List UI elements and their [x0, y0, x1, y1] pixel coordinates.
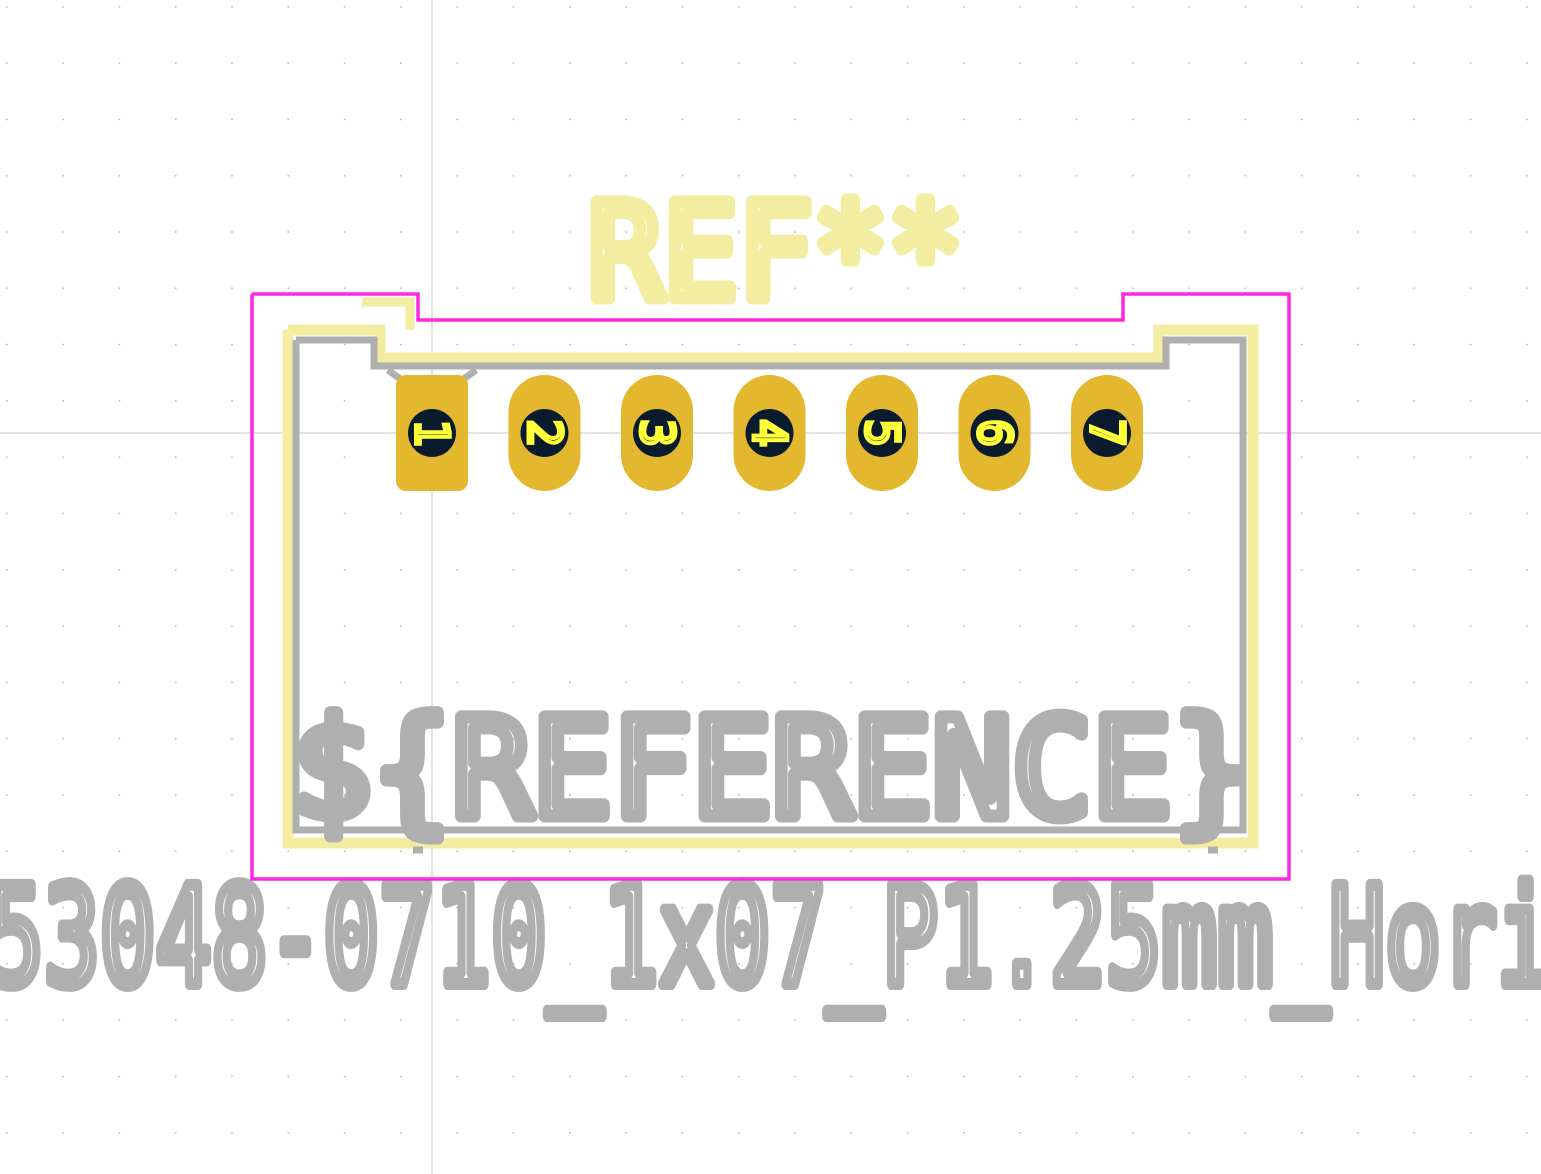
pad-3[interactable]: 3: [621, 375, 693, 491]
pad-number: 3: [630, 419, 684, 447]
pad-1[interactable]: 1: [396, 375, 468, 491]
reference-label: REF**: [588, 176, 963, 330]
reference-field-label: ${REFERENCE}: [292, 691, 1252, 849]
pad-7[interactable]: 7: [1071, 375, 1143, 491]
pad-number: 7: [1080, 419, 1134, 447]
footprint-editor-canvas[interactable]: 53048-0710_1x07_P1.25mm_Horizontal 1 2 3 4 5…: [0, 0, 1541, 1174]
pad-2[interactable]: 2: [508, 375, 581, 491]
pad-4[interactable]: 4: [733, 375, 806, 491]
pad-number: 2: [518, 419, 572, 447]
pad-number: 1: [405, 419, 459, 447]
pad-number: 5: [855, 419, 909, 447]
pad-number: 6: [968, 419, 1022, 447]
pad-6[interactable]: 6: [958, 375, 1031, 491]
value-label: 53048-0710_1x07_P1.25mm_Horizontal: [0, 859, 1541, 1017]
pad-5[interactable]: 5: [846, 375, 918, 491]
pad-number: 4: [743, 419, 797, 447]
